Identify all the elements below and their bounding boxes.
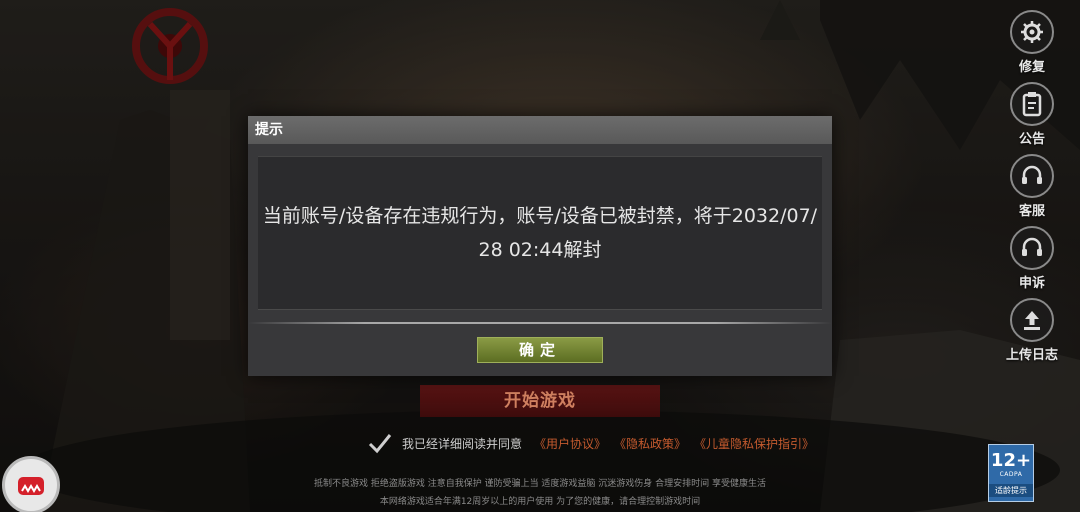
ban-notice-dialog: 提示 当前账号/设备存在违规行为，账号/设备已被封禁，将于2032/07/28 … xyxy=(248,116,832,376)
side-menu-customer-service[interactable]: 客服 xyxy=(1002,154,1062,219)
agreement-row: 我已经详细阅读并同意 《用户协议》 《隐私政策》 《儿童隐私保护指引》 xyxy=(368,432,822,454)
side-menu-label: 上传日志 xyxy=(1005,348,1058,363)
child-privacy-link[interactable]: 《儿童隐私保护指引》 xyxy=(694,435,814,452)
side-menu-upload-log[interactable]: 上传日志 xyxy=(1002,298,1062,363)
side-menu-label: 申诉 xyxy=(1018,276,1045,291)
side-menu-label: 客服 xyxy=(1018,204,1045,219)
upload-icon xyxy=(1010,298,1054,342)
dialog-divider xyxy=(248,322,832,324)
headset-icon xyxy=(1010,154,1054,198)
age-rating-badge[interactable]: 12+ CADPA 适龄提示 xyxy=(988,444,1034,502)
headset-icon xyxy=(1010,226,1054,270)
gear-icon xyxy=(1010,10,1054,54)
age-rating-tip: 适龄提示 xyxy=(989,484,1033,497)
game-login-screen: 修复 公告 客服 申诉 上传日志 开始游戏 我已经详细阅读并同意 《用户协议》 … xyxy=(0,0,1080,512)
agreement-text: 我已经详细阅读并同意 xyxy=(402,436,523,451)
start-game-button[interactable]: 开始游戏 xyxy=(420,385,660,417)
age-rating-org: CADPA xyxy=(999,471,1023,478)
side-menu-announcement[interactable]: 公告 xyxy=(1002,82,1062,147)
privacy-policy-link[interactable]: 《隐私政策》 xyxy=(614,435,686,452)
floating-assistant-button[interactable] xyxy=(2,456,60,512)
side-menu-label: 公告 xyxy=(1018,132,1045,147)
checkmark-icon[interactable] xyxy=(368,432,392,454)
side-menu-label: 修复 xyxy=(1018,60,1045,75)
age-rating-number: 12+ xyxy=(990,450,1032,471)
dialog-message: 当前账号/设备存在违规行为，账号/设备已被封禁，将于2032/07/28 02:… xyxy=(262,205,818,261)
clipboard-icon xyxy=(1010,82,1054,126)
side-menu-appeal[interactable]: 申诉 xyxy=(1002,226,1062,291)
side-menu-repair[interactable]: 修复 xyxy=(1002,10,1062,75)
game-app-icon xyxy=(18,477,44,495)
biohazard-logo xyxy=(132,8,208,84)
age-notice: 本网络游戏适合年满12周岁以上的用户使用 为了您的健康，请合理控制游戏时间 xyxy=(379,497,701,507)
user-agreement-link[interactable]: 《用户协议》 xyxy=(534,435,606,452)
health-notice: 抵制不良游戏 拒绝盗版游戏 注意自我保护 谨防受骗上当 适度游戏益脑 沉迷游戏伤… xyxy=(313,479,767,489)
dialog-body: 当前账号/设备存在违规行为，账号/设备已被封禁，将于2032/07/28 02:… xyxy=(258,156,822,310)
confirm-button[interactable]: 确定 xyxy=(477,337,603,363)
dialog-title: 提示 xyxy=(248,116,832,144)
